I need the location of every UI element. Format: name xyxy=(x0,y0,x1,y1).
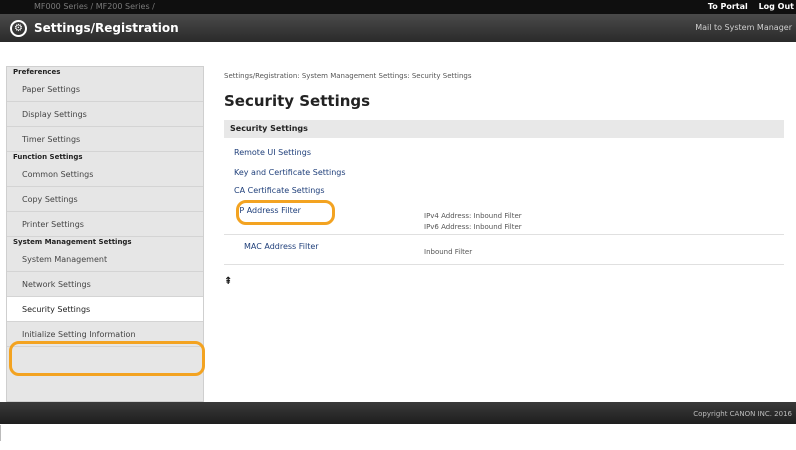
sidebar-section-preferences: Preferences xyxy=(13,68,61,76)
remote-ui-settings-link[interactable]: Remote UI Settings xyxy=(234,148,311,157)
section-header: Security Settings xyxy=(224,120,784,138)
sidebar-section-function-settings: Function Settings xyxy=(13,153,83,161)
logout-link[interactable]: Log Out xyxy=(759,2,794,11)
sidebar-item-common-settings[interactable]: Common Settings xyxy=(7,162,203,187)
sidebar-item-system-management[interactable]: System Management xyxy=(7,247,203,272)
security-settings-highlight xyxy=(9,341,205,376)
sidebar-item-copy-settings[interactable]: Copy Settings xyxy=(7,187,203,212)
sidebar-item-network-settings[interactable]: Network Settings xyxy=(7,272,203,297)
page-title: Security Settings xyxy=(224,92,371,110)
sidebar-item-timer-settings[interactable]: Timer Settings xyxy=(7,127,203,152)
sidebar-item-paper-settings[interactable]: Paper Settings xyxy=(7,77,203,102)
breadcrumb: Settings/Registration: System Management… xyxy=(224,72,472,80)
to-portal-link[interactable]: To Portal xyxy=(708,2,748,11)
row-divider xyxy=(224,234,784,235)
sidebar-item-display-settings[interactable]: Display Settings xyxy=(7,102,203,127)
top-links: To Portal Log Out xyxy=(700,0,794,14)
divider xyxy=(0,425,8,441)
settings-gear-icon: ⚙ xyxy=(10,20,27,37)
ipv4-filter-description: IPv4 Address: Inbound Filter xyxy=(424,212,522,220)
to-top-arrow-icon[interactable]: ⇞ xyxy=(224,276,232,287)
ip-address-filter-highlight xyxy=(236,200,335,225)
key-and-certificate-settings-link[interactable]: Key and Certificate Settings xyxy=(234,168,346,177)
device-name: MF000 Series / MF200 Series / xyxy=(34,2,155,11)
footer: Copyright CANON INC. 2016 xyxy=(0,402,796,424)
sidebar-item-printer-settings[interactable]: Printer Settings xyxy=(7,212,203,237)
mac-filter-description: Inbound Filter xyxy=(424,248,473,256)
main-content: Settings/Registration: System Management… xyxy=(224,72,784,265)
ca-certificate-settings-link[interactable]: CA Certificate Settings xyxy=(234,186,325,195)
row-divider xyxy=(224,264,784,265)
ipv6-filter-description: IPv6 Address: Inbound Filter xyxy=(424,223,522,231)
mail-to-system-manager-link[interactable]: Mail to System Manager xyxy=(695,23,792,32)
header-bar: ⚙ Settings/Registration Mail to System M… xyxy=(0,14,796,42)
mac-address-filter-link[interactable]: MAC Address Filter xyxy=(244,242,319,251)
sidebar-section-system-management-settings: System Management Settings xyxy=(13,238,132,246)
sidebar-item-security-settings[interactable]: Security Settings xyxy=(7,297,203,322)
top-bar: MF000 Series / MF200 Series / To Portal … xyxy=(0,0,796,14)
copyright-text: Copyright CANON INC. 2016 xyxy=(693,410,792,418)
page-header-title: Settings/Registration xyxy=(34,21,179,35)
